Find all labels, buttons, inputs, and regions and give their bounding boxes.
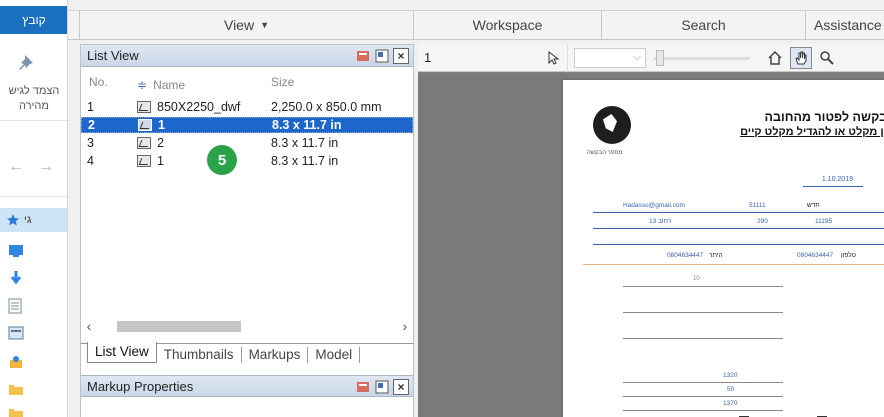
list-view-title-bar: List View × [81,45,413,67]
tab-thumbnails[interactable]: Thumbnails [157,346,242,363]
drawing-file-icon [137,155,151,167]
documents-icon[interactable] [8,298,26,316]
zoom-select[interactable]: ⌵ [574,47,646,68]
folder-icon-2[interactable] [8,406,26,417]
chevron-down-icon: ⌵ [633,51,641,63]
tab-markups[interactable]: Markups [242,346,309,363]
document-email: Hadasso@gmail.com [623,202,685,209]
drawing-file-icon [137,137,151,149]
document-date: 1.10.2019 [821,176,853,183]
scroll-thumb[interactable] [117,321,241,332]
pin-label: הצמד לגיש מהירה [8,85,60,112]
table-row[interactable]: 3 2 8.3 x 11.7 in [81,135,413,151]
list-header: No. ≑ Name Size [81,75,413,95]
pan-hand-icon[interactable] [790,46,812,69]
callout-badge: 5 [207,145,237,175]
document-field-a: 51111 [749,202,766,209]
document-viewer: 1 ⌵ מספר הבקשה בקשה לפטור מהחובה ין מקלט… [418,43,884,417]
chevron-down-icon: ▼ [260,20,269,30]
menu-workspace[interactable]: Workspace [414,11,602,39]
quick-access-item[interactable]: גי [0,208,67,232]
zoom-slider-handle[interactable] [656,49,664,66]
file-explorer-strip: קובץ הצמד לגיש מהירה ← → גי [0,0,68,417]
panel-settings-icon[interactable] [355,379,371,395]
ribbon-file-tab[interactable]: קובץ [0,6,67,34]
tab-model[interactable]: Model [308,346,361,363]
panel-settings-icon[interactable] [355,48,371,64]
menu-search[interactable]: Search [602,11,806,39]
markup-panel-title: Markup Properties [87,378,194,394]
forward-arrow-icon[interactable]: → [38,158,54,180]
close-icon[interactable]: × [393,379,409,395]
music-icon[interactable] [8,354,26,372]
document-label-a: חדש [807,202,820,209]
table-row[interactable]: 4 1 8.3 x 11.7 in [81,153,413,169]
drawing-file-icon [138,119,152,131]
document-label-b: היתר [709,252,723,259]
column-size[interactable]: Size [267,75,294,95]
zoom-slider[interactable] [654,48,750,68]
list-view-panel: List View × No. ≑ Name Size 1 850X2250_d… [80,44,414,417]
sort-icon: ≑ [137,78,148,92]
document-field-c: 11195 [815,218,833,225]
document-field-i: 50 [727,386,735,393]
table-row[interactable]: 1 850X2250_dwf 2,250.0 x 850.0 mm [81,99,413,115]
scroll-left-icon[interactable]: ‹ [81,318,97,334]
document-heading: בקשה לפטור מהחובה [764,110,884,124]
viewer-margin [418,73,568,417]
organization-logo-icon [593,106,631,144]
document-field-b: 280 [757,218,768,225]
folder-icon[interactable] [8,382,26,400]
document-field-e: 0804634447 [667,252,704,259]
pin-icon[interactable] [14,50,42,78]
star-icon [7,214,19,226]
page-number-field[interactable]: 1 [418,43,568,72]
downloads-icon[interactable] [8,270,26,288]
menu-view[interactable]: View ▼ [80,11,414,39]
document-label-c: טלפון [841,252,856,259]
home-icon[interactable] [764,47,786,69]
document-field-g: 10 [693,276,700,282]
panel-title: List View [87,48,139,63]
menu-assistance[interactable]: Assistance [806,11,884,39]
document-field-d: 13 רחוב [649,218,672,225]
pictures-icon[interactable] [8,326,26,344]
back-arrow-icon[interactable]: ← [8,158,24,180]
menu-left-stub [68,11,80,39]
application-window: View ▼ Workspace Search Assistance List … [68,0,884,417]
document-subheading: ין מקלט או להגדיל מקלט קיים [740,126,884,138]
column-name[interactable]: ≑ Name [137,75,267,95]
column-no[interactable]: No. [81,75,137,95]
logo-caption: מספר הבקשה [587,150,623,156]
nav-arrows: ← → [0,158,67,180]
drawing-file-icon [137,101,151,113]
viewer-toolbar: 1 ⌵ [418,43,884,72]
panel-float-icon[interactable] [374,379,390,395]
panel-float-icon[interactable] [374,48,390,64]
zoom-icon[interactable] [816,47,838,69]
menu-bar: View ▼ Workspace Search Assistance [68,10,884,40]
document-page: מספר הבקשה בקשה לפטור מהחובה ין מקלט או … [563,80,884,417]
tab-list-view[interactable]: List View [87,342,157,363]
horizontal-scrollbar[interactable]: ‹ › [81,317,413,335]
document-field-j: 1370 [723,400,738,407]
select-cursor-icon[interactable] [547,50,559,65]
markup-properties-title-bar: Markup Properties × [81,375,413,397]
table-row-selected[interactable]: 2 1 8.3 x 11.7 in [81,117,413,133]
markup-properties-body [81,398,413,417]
panel-tabs: List View Thumbnails Markups Model [81,342,413,365]
desktop-icon[interactable] [8,244,26,262]
close-icon[interactable]: × [393,48,409,64]
document-field-f: 0804634447 [797,252,834,259]
scroll-right-icon[interactable]: › [397,318,413,334]
document-field-h: 1320 [723,372,738,379]
